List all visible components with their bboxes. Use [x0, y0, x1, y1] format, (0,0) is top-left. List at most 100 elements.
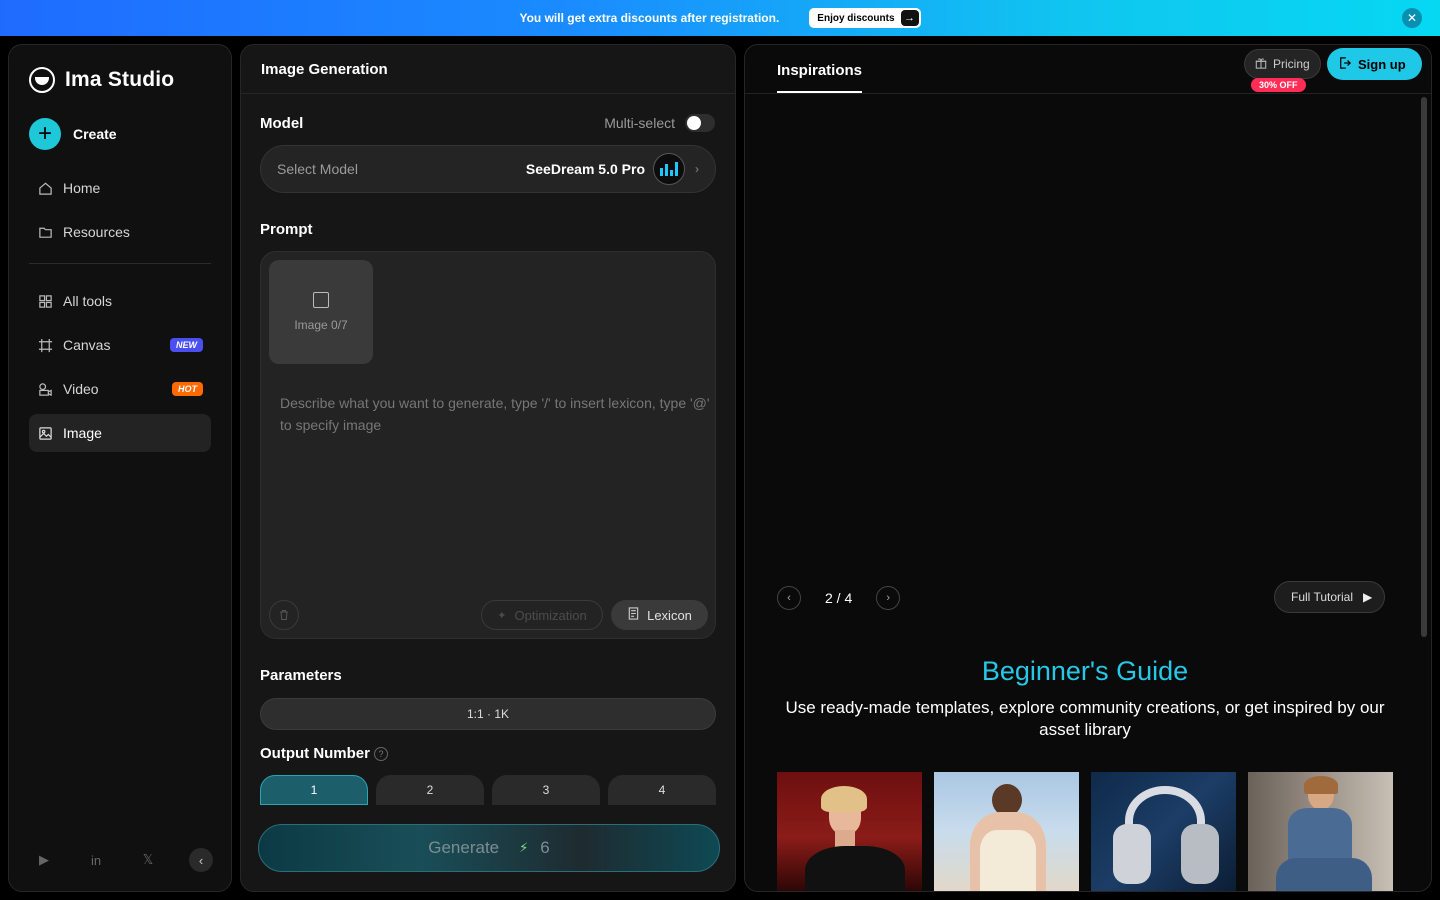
parameters-section-label: Parameters	[260, 667, 342, 684]
model-placeholder: Select Model	[277, 161, 358, 177]
inspiration-header: Inspirations Pricing 30% OFF Sign up	[745, 45, 1431, 94]
home-icon	[37, 180, 53, 196]
pricing-button[interactable]: Pricing	[1244, 49, 1321, 79]
generate-button[interactable]: Generate ⚡ 6	[258, 824, 720, 872]
sidebar-item-video[interactable]: Video HOT	[29, 370, 211, 408]
optimization-label: Optimization	[514, 607, 587, 623]
output-option-3[interactable]: 3	[492, 775, 600, 805]
help-icon[interactable]: ?	[374, 747, 388, 762]
multi-select-label: Multi-select	[604, 115, 675, 131]
promo-banner: You will get extra discounts after regis…	[0, 0, 1440, 36]
create-label: Create	[73, 126, 117, 142]
prompt-input[interactable]: Describe what you want to generate, type…	[280, 392, 710, 436]
guide-title: Beginner's Guide	[981, 656, 1189, 686]
sidebar-footer: ▶ in 𝕏 ‹	[33, 848, 213, 872]
new-badge: NEW	[170, 338, 203, 352]
model-select[interactable]: Select Model SeeDream 5.0 Pro ›	[260, 145, 716, 193]
enjoy-discounts-label: Enjoy discounts	[817, 12, 895, 24]
login-icon	[1339, 56, 1351, 72]
wand-icon: ✦	[497, 609, 507, 622]
trash-icon[interactable]	[269, 600, 299, 630]
page-indicator: 2 / 4	[825, 590, 853, 606]
inspiration-thumbnail[interactable]	[777, 772, 922, 891]
book-icon	[627, 607, 639, 623]
arrow-right-icon: →	[900, 10, 919, 26]
output-number-label: Output Number?	[260, 745, 388, 762]
chevron-right-icon: ›	[695, 162, 699, 176]
parameters-select[interactable]: 1:1 · 1K	[260, 698, 716, 730]
scrollbar[interactable]	[1421, 97, 1427, 637]
image-icon	[313, 292, 329, 308]
lexicon-label: Lexicon	[647, 607, 692, 623]
discount-badge: 30% OFF	[1251, 78, 1306, 92]
carousel-pager: ‹ 2 / 4 ›	[777, 586, 901, 610]
generation-panel: Image Generation Model Multi-select Sele…	[240, 44, 736, 892]
collapse-sidebar-button[interactable]: ‹	[189, 848, 213, 872]
output-option-1[interactable]: 1	[260, 775, 368, 805]
banner-message: You will get extra discounts after regis…	[519, 11, 780, 25]
sidebar-item-all-tools[interactable]: All tools	[29, 282, 211, 320]
inspiration-thumbnail[interactable]	[1091, 772, 1236, 891]
sidebar: Ima Studio + Create Home Resources All t…	[8, 44, 232, 892]
create-button[interactable]: + Create	[29, 118, 117, 150]
enjoy-discounts-button[interactable]: Enjoy discounts →	[809, 8, 921, 28]
sign-up-label: Sign up	[1358, 56, 1406, 72]
lexicon-button[interactable]: Lexicon	[611, 600, 708, 630]
sidebar-item-label: Canvas	[63, 337, 111, 353]
youtube-icon[interactable]: ▶	[33, 849, 55, 871]
banner-close-button[interactable]: ✕	[1402, 8, 1422, 28]
sidebar-item-label: Video	[63, 381, 99, 397]
panel-title: Image Generation	[241, 45, 735, 94]
tab-inspirations[interactable]: Inspirations	[777, 62, 863, 93]
sign-up-button[interactable]: Sign up	[1327, 48, 1422, 80]
pricing-label: Pricing	[1273, 57, 1310, 71]
tutorial-label: Full Tutorial	[1291, 590, 1354, 604]
gift-icon	[1255, 57, 1267, 72]
sidebar-item-image[interactable]: Image	[29, 414, 211, 452]
inspiration-panel: Inspirations Pricing 30% OFF Sign up ‹ 2…	[744, 44, 1432, 892]
prompt-box: Image 0/7 Describe what you want to gene…	[260, 251, 716, 639]
model-section-label: Model	[260, 115, 304, 132]
grid-icon	[37, 293, 53, 309]
multi-select-toggle[interactable]	[685, 114, 715, 132]
output-number-text: Output Number	[260, 745, 370, 762]
sidebar-item-canvas[interactable]: Canvas NEW	[29, 326, 211, 364]
output-option-4[interactable]: 4	[608, 775, 716, 805]
canvas-icon	[37, 337, 53, 353]
multi-select-toggle-group: Multi-select	[604, 114, 715, 132]
prompt-section-label: Prompt	[260, 221, 313, 238]
sidebar-item-label: Home	[63, 180, 101, 196]
generate-cost: 6	[540, 838, 550, 857]
image-slot-label: Image 0/7	[294, 318, 348, 332]
brand-name: Ima Studio	[65, 68, 175, 91]
brand-logo[interactable]: Ima Studio	[29, 67, 174, 93]
full-tutorial-button[interactable]: Full Tutorial ▶	[1274, 581, 1386, 613]
sidebar-item-resources[interactable]: Resources	[29, 213, 211, 251]
image-icon	[37, 425, 53, 441]
image-upload-slot[interactable]: Image 0/7	[269, 260, 373, 364]
video-icon	[37, 381, 53, 397]
bolt-icon: ⚡	[519, 840, 529, 855]
generate-label: Generate	[428, 838, 500, 857]
plus-icon: +	[29, 118, 61, 150]
optimization-button[interactable]: ✦ Optimization	[481, 600, 603, 630]
prev-page-button[interactable]: ‹	[777, 586, 801, 610]
sidebar-item-home[interactable]: Home	[29, 169, 211, 207]
x-icon[interactable]: 𝕏	[137, 849, 159, 871]
logo-icon	[29, 67, 55, 93]
sidebar-item-label: Resources	[63, 224, 130, 240]
sidebar-item-label: Image	[63, 425, 102, 441]
linkedin-icon[interactable]: in	[85, 849, 107, 871]
inspiration-thumbnail[interactable]	[1248, 772, 1393, 891]
model-selected-value: SeeDream 5.0 Pro	[525, 161, 645, 177]
play-icon: ▶	[1363, 590, 1373, 604]
inspiration-thumbnail[interactable]	[934, 772, 1079, 891]
next-page-button[interactable]: ›	[876, 586, 901, 610]
sidebar-divider	[29, 263, 211, 264]
sidebar-item-label: All tools	[63, 293, 113, 309]
output-option-2[interactable]: 2	[376, 775, 484, 805]
hot-badge: HOT	[172, 382, 203, 396]
model-logo-icon	[653, 153, 685, 185]
folder-icon	[37, 224, 53, 240]
guide-description: Use ready-made templates, explore commun…	[785, 698, 1385, 739]
